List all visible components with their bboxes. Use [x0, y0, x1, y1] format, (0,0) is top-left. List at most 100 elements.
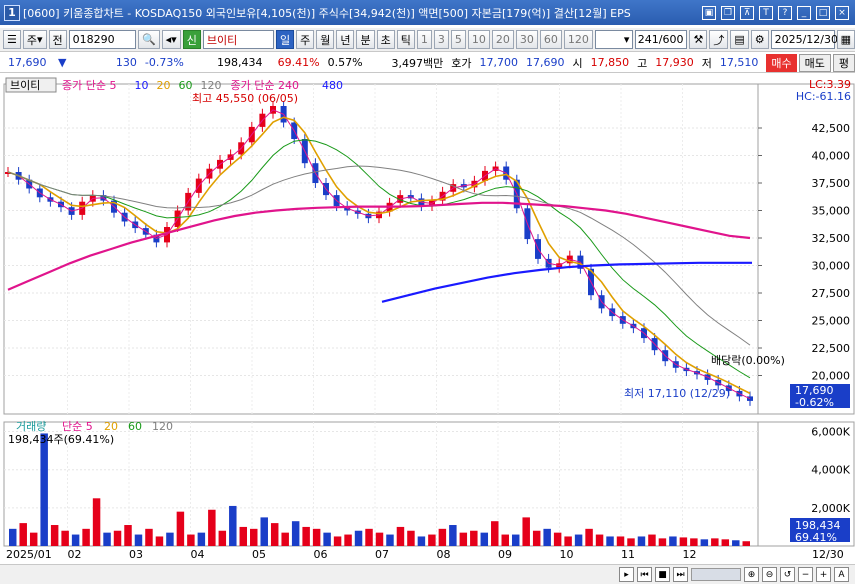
volume-bar — [197, 532, 206, 546]
interval-30[interactable]: 30 — [515, 30, 538, 49]
code-input[interactable]: 018290 — [68, 30, 136, 49]
interval-20[interactable]: 20 — [491, 30, 514, 49]
high-label: 고 — [637, 56, 648, 70]
hc-label: HC:-61.16 — [796, 90, 851, 103]
x-tick-label: 09 — [498, 548, 512, 561]
volume-bar — [218, 530, 227, 546]
low-annotation: 최저 17,110 (12/29) — [624, 387, 730, 400]
copy-icon[interactable]: ❐ — [721, 5, 735, 20]
change-percent: -0.73% — [144, 56, 184, 69]
interval-1[interactable]: 1 — [416, 30, 432, 49]
volume-bar — [522, 517, 530, 546]
volume-bar — [491, 521, 499, 546]
volume-bar — [281, 532, 289, 546]
volume-bar — [459, 532, 468, 546]
period-month[interactable]: 월 — [316, 30, 335, 49]
price-tick-label: 40,000 — [812, 150, 851, 163]
volume-bar — [365, 528, 373, 546]
chart-area[interactable]: 20,000 22,500 25,000 27,500 30,000 32,500 35,0… — [0, 74, 855, 564]
stock-chart[interactable]: 20,000 22,500 25,000 27,500 30,000 32,500 35,0… — [0, 74, 855, 564]
period-second[interactable]: 초 — [376, 30, 395, 49]
volume-bar — [574, 534, 583, 546]
market-select[interactable]: 주 ▾ — [22, 30, 47, 49]
legend-entry: 480 — [322, 79, 343, 92]
interval-3[interactable]: 3 — [433, 30, 449, 49]
refresh-icon[interactable]: ↺ — [780, 567, 795, 582]
period-day[interactable]: 일 — [275, 30, 295, 49]
interval-5[interactable]: 5 — [450, 30, 466, 49]
zoom-out-icon[interactable]: ⊖ — [762, 567, 777, 582]
x-tick-label: 05 — [252, 548, 266, 561]
close-icon[interactable]: × — [835, 5, 849, 20]
interval-10[interactable]: 10 — [467, 30, 490, 49]
volume-bar — [470, 530, 478, 546]
volume-bar — [564, 536, 572, 546]
new-badge: 신 — [182, 30, 201, 49]
volume-bar — [61, 530, 69, 546]
scroll-right-icon[interactable]: ▸ — [619, 567, 634, 582]
font-icon[interactable]: T — [759, 5, 773, 20]
sound-icon[interactable]: ◂▾ — [161, 30, 181, 49]
period-year[interactable]: 년 — [336, 30, 355, 49]
bid-label: 호가 — [451, 56, 472, 70]
period-week[interactable]: 주 — [296, 30, 315, 49]
price-tick-label: 37,500 — [812, 177, 851, 190]
chart-tools-icon[interactable]: ⚒ — [689, 30, 708, 49]
save-icon[interactable]: ▣ — [702, 5, 716, 20]
count-input[interactable]: 241/600 — [635, 30, 688, 49]
quote-bar: 17,690 ▼ 130 -0.73% 198,434 69.41% 0.57%… — [0, 53, 855, 73]
minus-icon[interactable]: − — [798, 567, 813, 582]
volume-bar — [50, 525, 59, 546]
interval-60[interactable]: 60 — [539, 30, 562, 49]
period-tick[interactable]: 틱 — [396, 30, 415, 49]
low-price: 17,510 — [719, 56, 759, 69]
volume-bar — [40, 433, 48, 546]
interval-dropdown[interactable]: ▾ — [594, 30, 634, 49]
help-icon[interactable]: ? — [778, 5, 792, 20]
price-tick-label: 30,000 — [812, 260, 851, 273]
chart-name: 브이티 — [10, 79, 40, 92]
menu-icon[interactable]: ☰ — [3, 30, 21, 49]
eval-button[interactable]: 평 — [832, 53, 855, 72]
volume-bar — [658, 538, 667, 546]
text-icon[interactable]: A — [834, 567, 849, 582]
settings-icon[interactable]: ⚙ — [750, 30, 769, 49]
interval-120[interactable]: 120 — [563, 30, 593, 49]
volume-bar — [396, 526, 405, 546]
indicator-icon[interactable]: ⤴ — [709, 30, 729, 49]
zoom-in-icon[interactable]: ⊕ — [744, 567, 759, 582]
volume-bar — [742, 541, 750, 546]
legend-entry: 60 — [179, 79, 193, 92]
price-tick-label: 22,500 — [812, 342, 851, 355]
volume-bar — [260, 517, 268, 546]
volume-bar — [669, 536, 677, 546]
first-icon[interactable]: ⏮ — [637, 567, 652, 582]
sell-button[interactable]: 매도 — [798, 53, 831, 72]
prev-button[interactable]: 전 — [48, 30, 67, 49]
legend-entry: 종가 단순 240 — [231, 79, 299, 92]
plus-icon[interactable]: + — [816, 567, 831, 582]
volume-title: 거래량 — [16, 420, 46, 433]
pin-icon[interactable]: ⊼ — [740, 5, 754, 20]
last-icon[interactable]: ⏭ — [673, 567, 688, 582]
bid-price-2: 17,690 — [526, 56, 565, 69]
volume-bar — [103, 532, 111, 546]
search-icon[interactable]: 🔍 — [137, 30, 160, 49]
stop-icon[interactable]: ■ — [655, 567, 670, 582]
period-minute[interactable]: 분 — [356, 30, 375, 49]
volume-bar — [145, 528, 153, 546]
calendar-icon[interactable]: ▦ — [836, 30, 855, 49]
turnover: 0.57% — [327, 56, 363, 69]
minimize-icon[interactable]: _ — [797, 5, 811, 20]
save-chart-icon[interactable]: ▤ — [730, 30, 749, 49]
buy-button[interactable]: 매수 — [766, 53, 797, 72]
window-title: [0600] 키움종합차트 - KOSDAQ150 외국인보유[4,105(천)… — [23, 6, 631, 20]
volume-bar — [323, 532, 331, 546]
date-input[interactable]: 2025/12/30 — [770, 30, 838, 49]
x-tick-label: 03 — [129, 548, 143, 561]
x-tick-label: 06 — [314, 548, 328, 561]
maximize-icon[interactable]: □ — [816, 5, 830, 20]
zoom-track[interactable] — [691, 568, 741, 581]
open-label: 시 — [572, 56, 583, 70]
volume-bar — [616, 536, 625, 546]
